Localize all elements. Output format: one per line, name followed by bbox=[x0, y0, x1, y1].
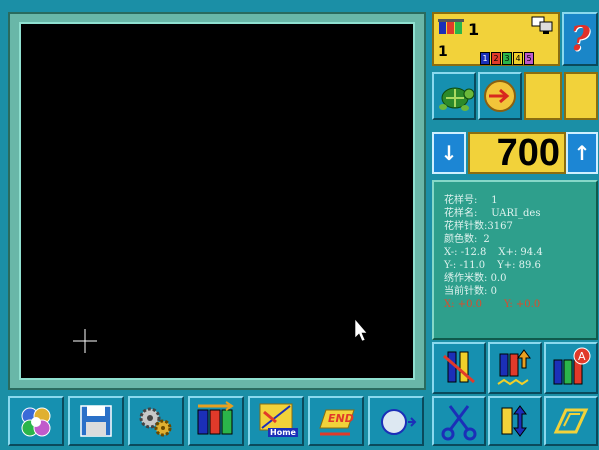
pattern-no-value: 1 bbox=[491, 195, 498, 206]
x-plus-value: 94.4 bbox=[520, 247, 543, 258]
x-minus-value: -12.8 bbox=[460, 247, 487, 258]
mouse-cursor-icon bbox=[354, 318, 368, 342]
start-point-button[interactable] bbox=[368, 396, 424, 446]
spool-4: 4 bbox=[513, 52, 523, 65]
floppy-disk-icon bbox=[80, 405, 112, 437]
flower-pattern-icon bbox=[21, 407, 51, 437]
trim-button[interactable] bbox=[432, 396, 486, 446]
home-label: Home bbox=[268, 428, 298, 437]
color-count-value: 2 bbox=[483, 234, 490, 245]
pos-y-value: +0.0 bbox=[515, 299, 541, 310]
design-canvas[interactable] bbox=[19, 22, 415, 380]
color-change-icon: A bbox=[553, 347, 591, 385]
status-panel: 1 1 12345 bbox=[432, 12, 560, 66]
scissors-icon bbox=[441, 405, 477, 441]
stitch-count-row: 花样针数:3167 bbox=[444, 221, 513, 232]
speed-down-button[interactable]: ↓ bbox=[432, 132, 466, 174]
crosshair-icon bbox=[73, 329, 97, 353]
stitch-updown-icon bbox=[497, 349, 531, 386]
canvas-overlay bbox=[73, 318, 368, 353]
computer-icon bbox=[531, 16, 553, 34]
empty-slot-2 bbox=[564, 72, 598, 120]
pattern-no-row: 花样号: 1 bbox=[444, 195, 498, 206]
home-button[interactable]: Home bbox=[248, 396, 304, 446]
color-spools-icon bbox=[197, 401, 234, 435]
needle-return-icon bbox=[443, 351, 475, 384]
frame-move-button[interactable] bbox=[488, 396, 542, 446]
color-number: 1 bbox=[438, 44, 448, 60]
outline-button[interactable] bbox=[544, 396, 598, 446]
current-stitch-value: 0 bbox=[490, 286, 497, 297]
y-range-row: Y-: -11.0 Y+: 89.6 bbox=[444, 260, 541, 271]
outline-trace-icon bbox=[553, 408, 589, 434]
turtle-icon bbox=[439, 87, 475, 111]
question-mark-icon: ? bbox=[570, 19, 590, 59]
color-setting-button[interactable] bbox=[188, 396, 244, 446]
y-plus-value: 89.6 bbox=[518, 260, 541, 271]
frame-move-icon bbox=[501, 405, 527, 437]
position-row: X: +0.0 Y: +0.0 bbox=[444, 299, 541, 310]
y-minus-value: -11.0 bbox=[459, 260, 486, 271]
clock-arrow-icon bbox=[484, 80, 516, 112]
home-origin-icon bbox=[259, 403, 293, 431]
arrow-down-icon: ↓ bbox=[440, 141, 458, 165]
needle-position: 1 bbox=[468, 20, 480, 39]
stitch-forward-back-button[interactable] bbox=[488, 342, 542, 394]
stitch-count-value: 3167 bbox=[487, 221, 513, 232]
needle-spools-icon bbox=[438, 19, 464, 34]
speed-display: 700 bbox=[468, 132, 566, 174]
pattern-name-value: UARI_des bbox=[491, 208, 541, 219]
pattern-info-panel: 花样号: 1 花样名: UARI_des 花样针数:3167 颜色数: 2 X-:… bbox=[432, 180, 598, 340]
speed-up-button[interactable]: ↑ bbox=[566, 132, 598, 174]
slow-mode-button[interactable] bbox=[432, 72, 476, 120]
timer-button[interactable] bbox=[478, 72, 522, 120]
help-button[interactable]: ? bbox=[562, 12, 598, 66]
spool-3: 3 bbox=[502, 52, 512, 65]
spool-1: 1 bbox=[480, 52, 490, 65]
spool-5: 5 bbox=[524, 52, 534, 65]
back-to-origin-button[interactable] bbox=[432, 342, 486, 394]
end-label: END bbox=[328, 412, 354, 425]
pos-x-value: +0.0 bbox=[457, 299, 482, 310]
color-count-row: 颜色数: 2 bbox=[444, 234, 490, 245]
speed-value: 700 bbox=[496, 131, 560, 174]
gears-icon bbox=[139, 407, 172, 437]
empty-slot-1 bbox=[524, 72, 562, 120]
spool-bar: 12345 bbox=[480, 46, 535, 65]
sewn-count-row: 绣作米数: 0.0 bbox=[444, 273, 507, 284]
svg-text:A: A bbox=[578, 350, 586, 363]
start-point-icon bbox=[381, 409, 417, 435]
current-stitch-row: 当前针数: 0 bbox=[444, 286, 497, 297]
canvas-frame bbox=[8, 12, 426, 390]
save-button[interactable] bbox=[68, 396, 124, 446]
pattern-name-row: 花样名: UARI_des bbox=[444, 208, 541, 219]
end-button[interactable]: END bbox=[308, 396, 364, 446]
settings-button[interactable] bbox=[128, 396, 184, 446]
spool-2: 2 bbox=[491, 52, 501, 65]
pattern-select-button[interactable] bbox=[8, 396, 64, 446]
sewn-count-value: 0.0 bbox=[490, 273, 507, 284]
x-range-row: X-: -12.8 X+: 94.4 bbox=[444, 247, 543, 258]
arrow-up-icon: ↑ bbox=[573, 141, 591, 165]
color-change-button[interactable]: A bbox=[544, 342, 598, 394]
